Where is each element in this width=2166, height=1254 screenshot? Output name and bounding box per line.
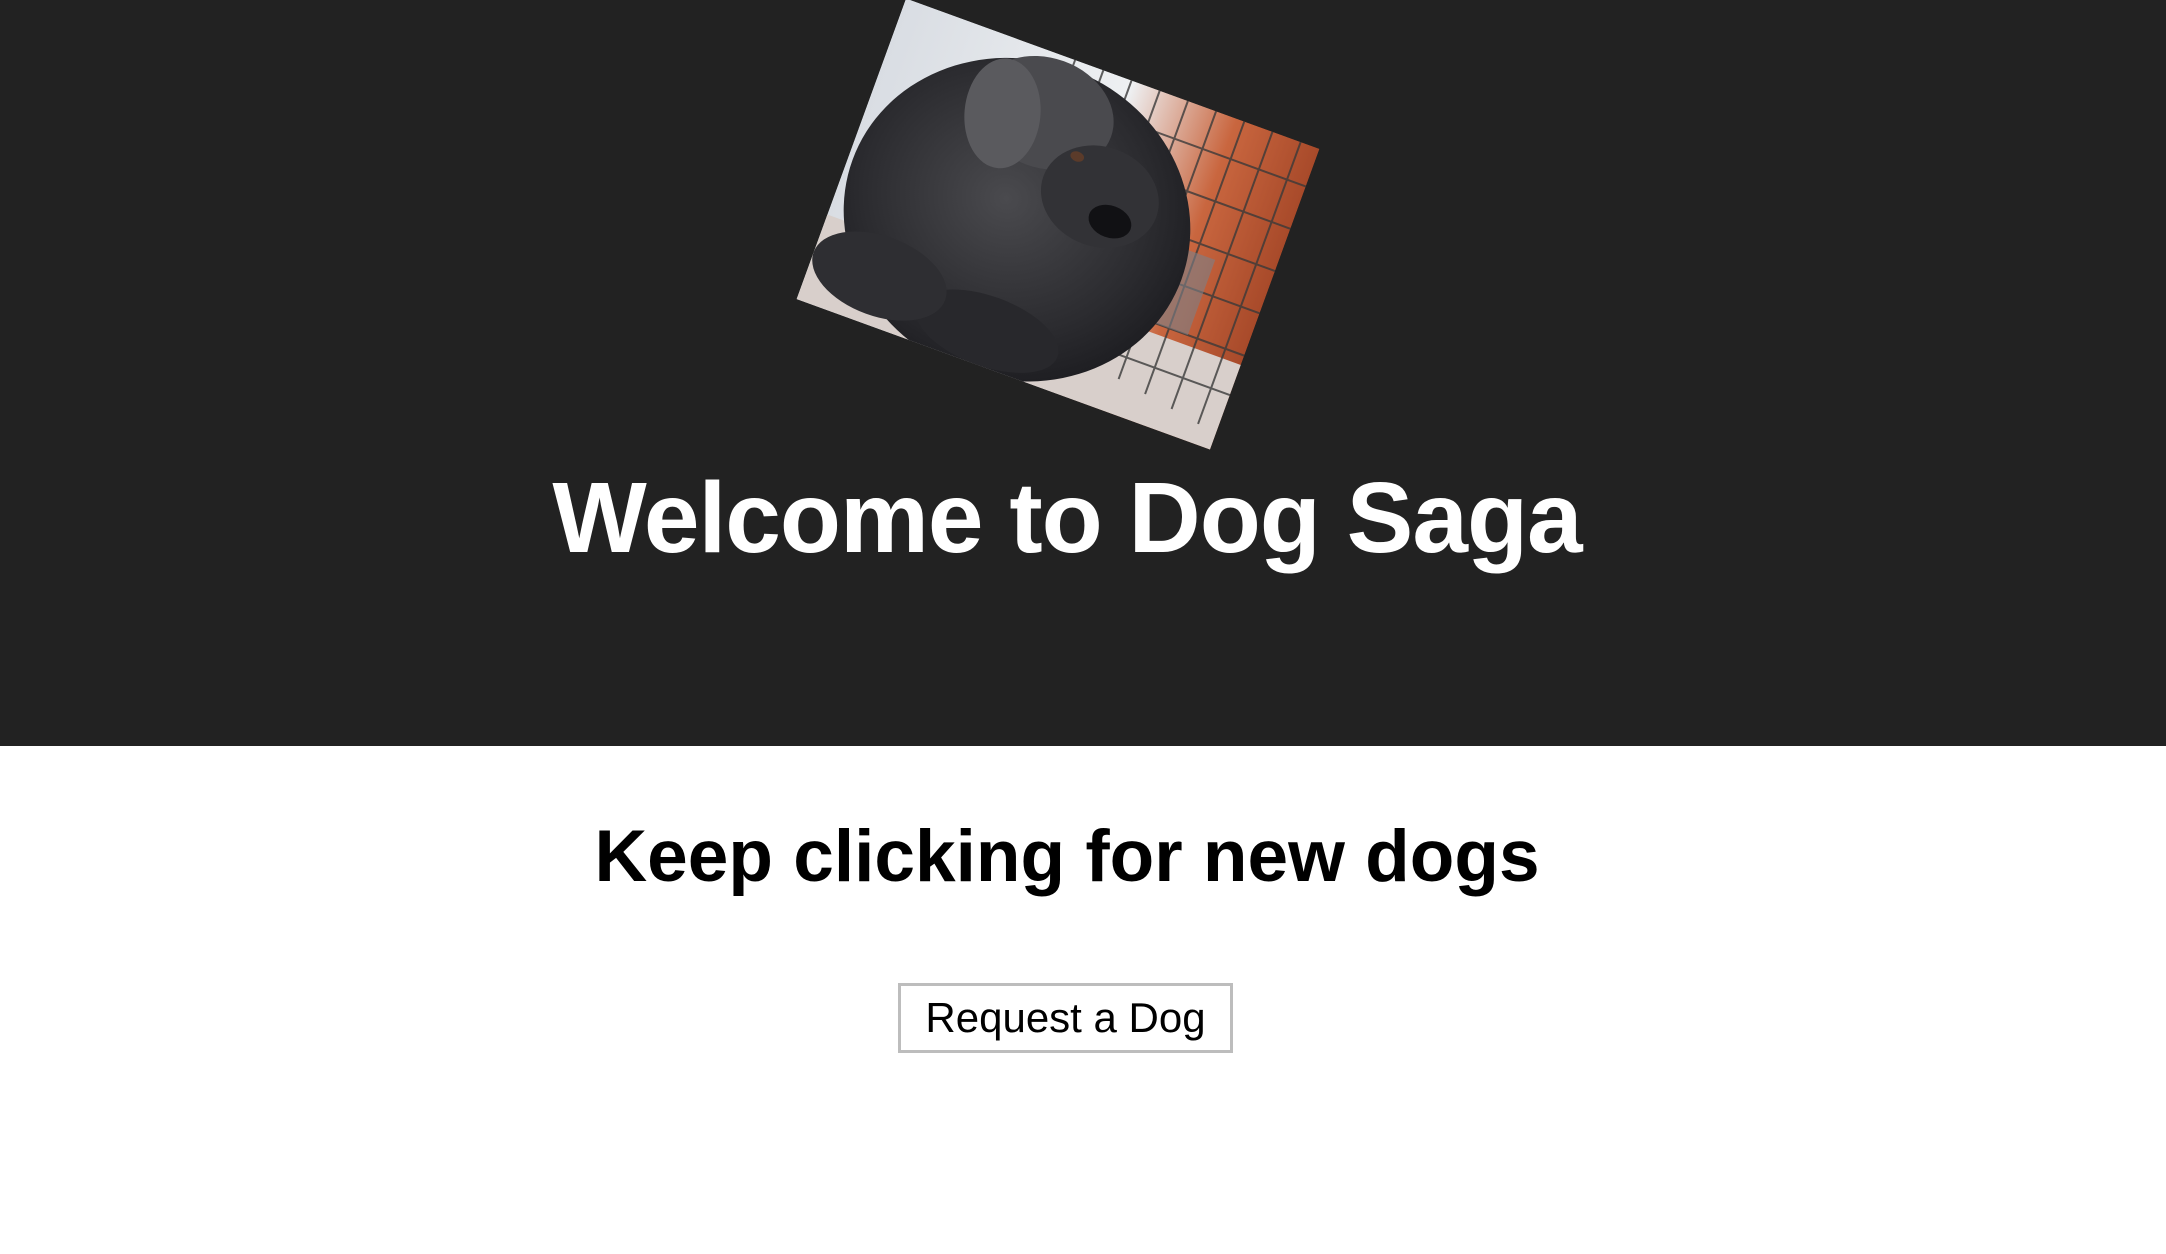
header: Welcome to Dog Saga bbox=[0, 0, 2166, 746]
request-dog-button[interactable]: Request a Dog bbox=[898, 983, 1233, 1053]
subtitle: Keep clicking for new dogs bbox=[594, 816, 1540, 897]
dog-photo bbox=[796, 0, 1320, 450]
dog-photo-icon bbox=[796, 0, 1320, 450]
page-title: Welcome to Dog Saga bbox=[552, 462, 1582, 574]
